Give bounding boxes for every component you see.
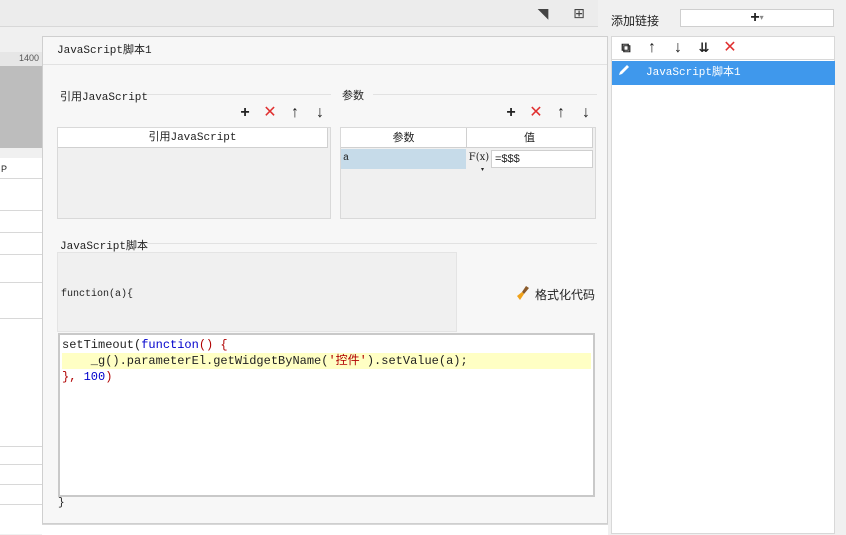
format-code-button[interactable]: 格式化代码 (515, 285, 595, 304)
copy-icon[interactable]: ⧉ (618, 40, 634, 56)
ref-js-toolbar: + ✕ ↑ ↓ (237, 105, 328, 121)
format-code-label: 格式化代码 (535, 288, 596, 302)
sheet-grid: P (0, 158, 43, 534)
function-header-area: function(a){ (57, 252, 457, 332)
move-down-icon[interactable]: ↓ (312, 105, 328, 121)
move-up-icon[interactable]: ↑ (553, 105, 569, 121)
edit-icon (614, 63, 634, 83)
add-icon[interactable]: + (237, 105, 253, 121)
ruler: 1400 (0, 52, 42, 67)
params-header-name: 参数 (341, 128, 467, 148)
move-bottom-icon[interactable]: ⇊ (696, 40, 712, 56)
params-header-value: 值 (467, 128, 593, 148)
add-link-label: 添加链接 (611, 14, 660, 28)
move-down-icon[interactable]: ↓ (670, 40, 686, 56)
param-name-cell[interactable]: a (341, 149, 466, 169)
params-table: 参数 值 a F(x) ▾ =$$$ (340, 127, 596, 219)
code-line-1: setTimeout(function() { (62, 338, 228, 352)
function-signature: function(a){ (61, 289, 134, 300)
hyperlink-panel: 添加链接 +▾ ⧉ ↑ ↓ ⇊ ✕ JavaScript脚本1 (608, 0, 846, 534)
dialog-title: JavaScript脚本1 (43, 37, 607, 65)
cell-format-icon[interactable]: ◥ (534, 4, 552, 22)
main-toolbar: ◥ ⊞ (0, 0, 598, 27)
add-icon[interactable]: + (503, 105, 519, 121)
broom-icon (515, 285, 531, 304)
move-up-icon[interactable]: ↑ (287, 105, 303, 121)
move-down-icon[interactable]: ↓ (578, 105, 594, 121)
closing-brace: } (58, 497, 65, 509)
param-value-input[interactable]: =$$$ (491, 150, 593, 168)
ref-js-table[interactable]: 引用JavaScript (57, 127, 331, 219)
javascript-dialog: JavaScript脚本1 引用JavaScript + ✕ ↑ ↓ 引用Jav… (42, 36, 608, 524)
delete-icon[interactable]: ✕ (528, 105, 544, 121)
delete-icon[interactable]: ✕ (262, 105, 278, 121)
ref-js-header: 引用JavaScript (58, 128, 328, 148)
params-section-label: 参数 (342, 90, 364, 102)
code-editor[interactable]: setTimeout(function() { _g().parameterEl… (58, 333, 595, 497)
code-line-2: _g().parameterEl.getWidgetByName('控件').s… (62, 353, 591, 369)
script-section-label: JavaScript脚本 (60, 241, 149, 253)
column-letter: P (1, 164, 8, 174)
link-list-toolbar: ⧉ ↑ ↓ ⇊ ✕ (611, 36, 835, 60)
ruler-label: 1400 (18, 53, 39, 63)
layout-icon[interactable]: ⊞ (570, 4, 588, 22)
ref-js-section-label: 引用JavaScript (60, 92, 149, 104)
move-up-icon[interactable]: ↑ (644, 40, 660, 56)
delete-icon[interactable]: ✕ (722, 40, 738, 56)
list-item-label: JavaScript脚本1 (646, 67, 741, 79)
list-item[interactable]: JavaScript脚本1 (612, 61, 835, 85)
sheet-gray-area (0, 66, 42, 148)
code-line-3: }, 100) (62, 370, 113, 384)
table-row[interactable]: a F(x) ▾ =$$$ (341, 149, 593, 173)
add-link-dropdown[interactable]: +▾ (680, 9, 834, 27)
chevron-down-icon: ▾ (759, 13, 764, 22)
formula-icon[interactable]: F(x) ▾ (468, 149, 490, 173)
sheet-bottom-strip (42, 524, 608, 535)
link-list: JavaScript脚本1 (611, 60, 835, 534)
params-toolbar: + ✕ ↑ ↓ (503, 105, 594, 121)
